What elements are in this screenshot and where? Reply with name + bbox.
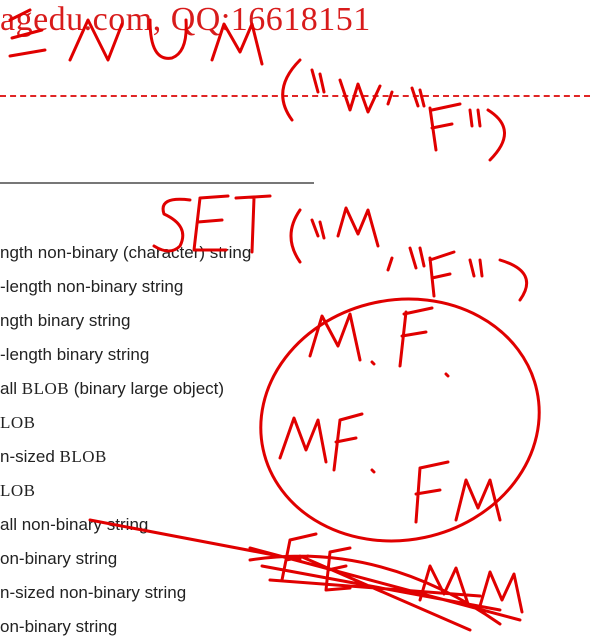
list-item: LOB xyxy=(0,481,36,500)
list-item: ngth binary string xyxy=(0,311,131,330)
list-item: -length non-binary string xyxy=(0,277,184,296)
list-item: all non-binary string xyxy=(0,515,149,534)
annotation-mf-fm xyxy=(278,412,502,524)
list-item: ngth non-binary (character) string xyxy=(0,243,252,262)
section-divider xyxy=(0,182,314,184)
red-dashed-divider xyxy=(0,95,590,97)
annotation-circle xyxy=(259,297,541,543)
list-item: all BLOB (binary large object) xyxy=(0,379,225,398)
list-item: LOB xyxy=(0,413,36,432)
annotation-mf xyxy=(308,306,450,378)
list-item: n-sized non-binary string xyxy=(0,583,187,602)
type-description-list: ngth non-binary (character) string -leng… xyxy=(0,236,251,644)
list-item: on-binary string xyxy=(0,549,118,568)
list-item: -length binary string xyxy=(0,345,150,364)
list-item: n-sized BLOB xyxy=(0,447,107,466)
watermark-text: agedu.com, QQ:16618151 xyxy=(0,1,371,38)
